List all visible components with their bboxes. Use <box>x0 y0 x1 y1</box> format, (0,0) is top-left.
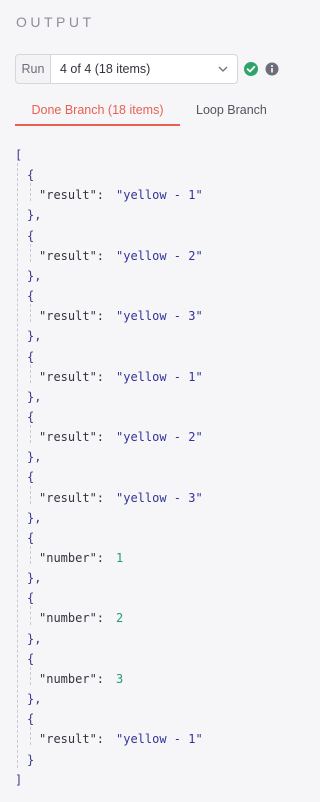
indent-guide <box>30 304 31 323</box>
indent-guide <box>17 163 18 768</box>
json-object-open: { <box>27 409 35 424</box>
json-key: "number": <box>39 551 105 565</box>
json-object-close: }, <box>27 329 42 344</box>
json-object-open: { <box>27 228 35 243</box>
json-key: "result": <box>39 309 105 324</box>
json-key: "result": <box>39 248 105 263</box>
json-value: "yellow - 2" <box>116 248 203 263</box>
json-value: "yellow - 3" <box>116 490 203 505</box>
json-object-open: { <box>27 712 35 727</box>
indent-guide <box>30 364 31 383</box>
indent-guide <box>30 666 31 686</box>
json-open-bracket: [ <box>15 148 23 162</box>
json-value: 3 <box>116 671 124 686</box>
run-select[interactable]: 4 of 4 (18 items) <box>50 54 238 84</box>
chevron-down-icon <box>217 63 229 75</box>
json-key: "result": <box>39 369 105 384</box>
json-close-bracket: ] <box>15 772 23 787</box>
indent-guide <box>30 485 31 504</box>
json-object-open: { <box>27 591 35 606</box>
json-object-open: { <box>27 651 35 666</box>
json-object-close: }, <box>27 510 42 525</box>
json-object-close: } <box>27 752 35 767</box>
json-object-open: { <box>27 168 35 183</box>
panel-title: OUTPUT <box>16 14 95 30</box>
indent-guide <box>30 183 31 202</box>
json-key: "result": <box>39 732 105 747</box>
json-value: "yellow - 1" <box>116 369 203 384</box>
json-object-open: { <box>27 470 35 485</box>
tab-done-branch[interactable]: Done Branch (18 items) <box>15 96 180 126</box>
output-panel: OUTPUT Run 4 of 4 (18 items) Done Branch… <box>0 0 286 802</box>
json-value: "yellow - 1" <box>116 188 203 203</box>
json-object-close: }, <box>27 571 42 586</box>
json-key: "result": <box>39 430 105 445</box>
json-object-close: }, <box>27 208 42 223</box>
indent-guide <box>30 606 31 625</box>
indent-guide <box>30 727 31 746</box>
json-object-close: }, <box>27 268 42 283</box>
check-circle-icon <box>243 61 259 77</box>
run-label: Run <box>15 54 50 84</box>
indent-guide <box>30 425 31 444</box>
info-icon[interactable] <box>265 62 279 76</box>
json-object-open: { <box>27 530 35 545</box>
tab-loop-branch[interactable]: Loop Branch <box>196 96 267 124</box>
branch-tabs: Done Branch (18 items) Loop Branch <box>15 96 286 126</box>
run-selector-row: Run 4 of 4 (18 items) <box>15 54 279 84</box>
run-select-value: 4 of 4 (18 items) <box>60 62 151 76</box>
json-key: "result": <box>39 490 105 505</box>
json-object-open: { <box>27 289 35 304</box>
json-value: 1 <box>116 551 124 565</box>
indent-guide <box>30 243 31 262</box>
json-object-open: { <box>27 349 35 364</box>
json-object-close: }, <box>27 692 42 707</box>
json-key: "number": <box>39 611 105 626</box>
json-object-close: }, <box>27 631 42 646</box>
json-value: 2 <box>116 611 124 626</box>
indent-guide <box>30 546 31 565</box>
json-object-close: }, <box>27 450 42 465</box>
json-key: "result": <box>39 188 105 203</box>
json-key: "number": <box>39 671 105 686</box>
json-value: "yellow - 3" <box>116 309 203 324</box>
json-object-close: }, <box>27 389 42 404</box>
json-value: "yellow - 1" <box>116 732 203 747</box>
json-value: "yellow - 2" <box>116 430 203 445</box>
